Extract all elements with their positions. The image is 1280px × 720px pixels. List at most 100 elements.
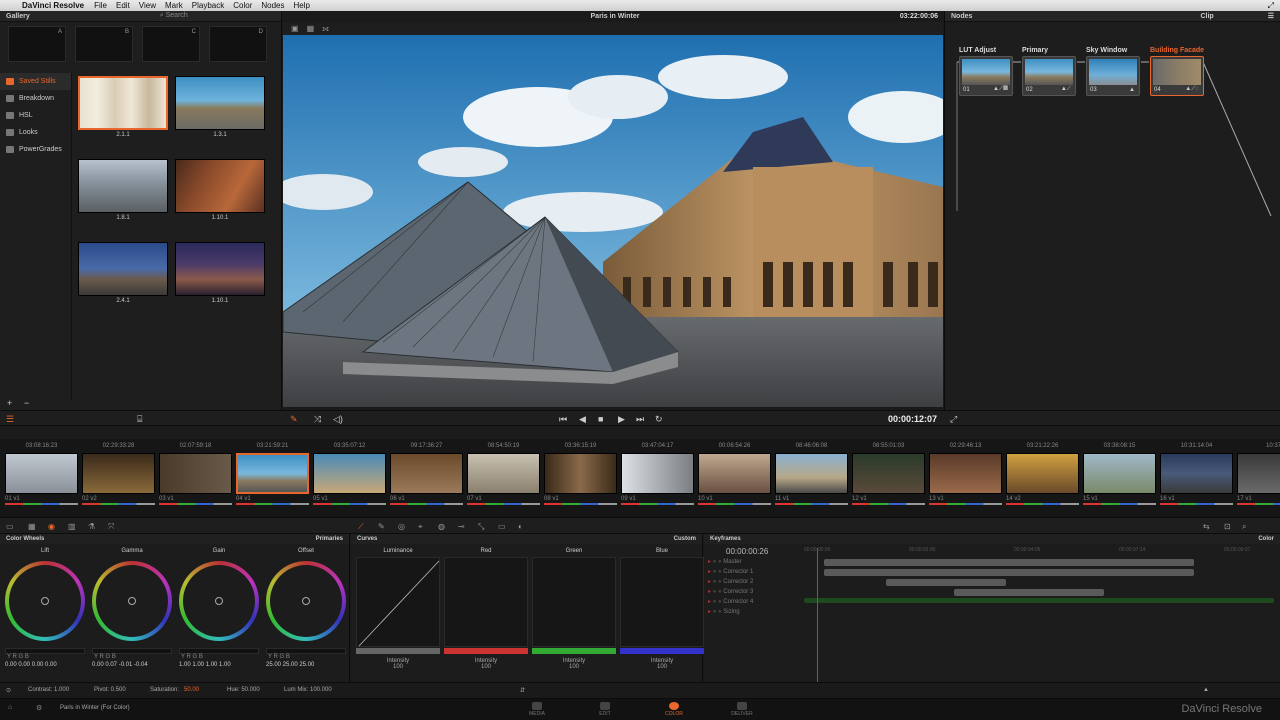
color-wheel-offset[interactable] [266, 561, 346, 641]
clip-thumbnail[interactable]: 03:21:59:21 04 v1 [236, 443, 309, 511]
clip-thumbnail[interactable]: 03:08:16:23 01 v1 [5, 443, 78, 511]
keyframe-bar-sizing[interactable] [804, 598, 1274, 603]
keyframe-bar[interactable] [954, 589, 1104, 596]
menu-help[interactable]: Help [294, 1, 310, 10]
clip-thumbnail[interactable]: 03:35:07:12 05 v1 [313, 443, 386, 511]
curve-intensity-slider[interactable] [532, 648, 616, 654]
memory-slot-d[interactable]: D [209, 26, 267, 62]
curves-mode-selector[interactable]: Custom [674, 536, 696, 542]
page-media[interactable]: MEDIA [507, 702, 567, 717]
still-thumbnail[interactable]: 2.1.1 [78, 76, 168, 140]
wheel-center-handle[interactable] [128, 597, 136, 605]
album-breakdown[interactable]: Breakdown [0, 90, 71, 107]
qualifier-tool-icon[interactable]: ✎ [378, 522, 385, 531]
intensity-value[interactable]: 100 [532, 664, 616, 670]
still-thumbnail[interactable]: 1.3.1 [175, 76, 265, 140]
clip-thumbnail[interactable]: 08:54:50:19 07 v1 [467, 443, 540, 511]
still-thumbnail[interactable]: 1.8.1 [78, 159, 168, 223]
keyframe-track-label[interactable]: ▸ ● ● Sizing [708, 608, 740, 615]
page-deliver[interactable]: DELIVER [712, 702, 772, 717]
tool-icon[interactable]: ▭ [6, 522, 14, 531]
color-wheels-tool-icon[interactable]: ◉ [48, 522, 55, 531]
keyframes-mode-selector[interactable]: Color [1258, 536, 1274, 542]
curves-tool-icon[interactable]: ⟋ [358, 522, 364, 532]
expand-icon[interactable]: ⤢ [950, 414, 957, 425]
monitor-icon[interactable]: ⌸ [137, 414, 142, 425]
reverse-icon[interactable]: ◀ [579, 414, 586, 425]
stop-icon[interactable]: ■ [598, 414, 603, 424]
intensity-value[interactable]: 100 [444, 664, 528, 670]
node-lut-adjust[interactable]: LUT Adjust 01 ▲⟋▦ [959, 47, 1013, 96]
clip-thumbnail[interactable]: 02:29:46:13 13 v1 [929, 443, 1002, 511]
menu-edit[interactable]: Edit [116, 1, 130, 10]
wheel-center-handle[interactable] [215, 597, 223, 605]
keyframe-track-label[interactable]: ▸ ● ● Corrector 3 [708, 588, 753, 595]
tool-icon[interactable]: ⚗ [88, 522, 95, 531]
album-powergrades[interactable]: PowerGrades [0, 141, 71, 158]
color-wheel-gamma[interactable] [92, 561, 172, 641]
go-to-end-icon[interactable]: ⏭ [636, 414, 644, 425]
curve-luminance-graph[interactable] [356, 557, 440, 647]
hue-value[interactable]: Hue: 50.000 [227, 687, 260, 693]
sizing-tool-icon[interactable]: ⤡ [478, 522, 484, 532]
wipe-icon[interactable]: ⟗ [322, 24, 329, 34]
clip-thumbnail[interactable]: 08:46:06:08 11 v1 [775, 443, 848, 511]
node-primary[interactable]: Primary 02 ▲⟋ [1022, 47, 1076, 96]
single-view-icon[interactable]: ▣ [291, 24, 299, 33]
curve-intensity-slider[interactable] [356, 648, 440, 654]
menu-nodes[interactable]: Nodes [261, 1, 284, 10]
menu-view[interactable]: View [139, 1, 156, 10]
album-saved-stills[interactable]: Saved Stills [0, 73, 71, 90]
keyframe-bar[interactable] [824, 559, 1194, 566]
wheel-center-handle[interactable] [41, 597, 49, 605]
blur-tool-icon[interactable]: ◍ [438, 522, 445, 531]
clip-thumbnail[interactable]: 03:21:22:26 14 v2 [1006, 443, 1079, 511]
go-to-start-icon[interactable]: ⏮ [559, 414, 567, 425]
window-tool-icon[interactable]: ◎ [398, 522, 405, 531]
lum-mix-value[interactable]: Lum Mix: 100.000 [284, 687, 332, 693]
hamburger-icon[interactable]: ☰ [6, 414, 14, 425]
clip-thumbnail[interactable]: 09:17:36:27 06 v1 [390, 443, 463, 511]
search-icon[interactable]: ⌕ [1242, 522, 1246, 532]
menu-color[interactable]: Color [233, 1, 252, 10]
stereo-tool-icon[interactable]: ◐ [518, 522, 523, 531]
tool-icon[interactable]: ▥ [68, 522, 76, 531]
remove-still-button[interactable]: − [24, 398, 29, 408]
page-edit[interactable]: EDIT [575, 702, 635, 717]
color-wheel-lift[interactable] [5, 561, 85, 641]
clip-thumbnail[interactable]: 10:31:14:04 16 v1 [1160, 443, 1233, 511]
key-tool-icon[interactable]: ⊸ [458, 522, 465, 531]
intensity-value[interactable]: 100 [620, 664, 704, 670]
reset-icon[interactable]: ⊙ [6, 687, 11, 694]
keyframe-track-label[interactable]: ▸ ● ● Master [708, 558, 742, 565]
audio-icon[interactable]: ◁) [333, 414, 343, 425]
shuffle-icon[interactable]: ⤨ [314, 414, 321, 425]
keyframe-track-label[interactable]: ▸ ● ● Corrector 2 [708, 578, 753, 585]
clip-thumbnail[interactable]: 02:07:59:18 03 v1 [159, 443, 232, 511]
still-thumbnail[interactable]: 2.4.1 [78, 242, 168, 306]
keyframe-playhead[interactable] [817, 548, 818, 688]
tool-icon[interactable]: ⤧ [108, 522, 114, 532]
home-icon[interactable]: ⌂ [8, 704, 12, 711]
keyframe-track-label[interactable]: ▸ ● ● Corrector 4 [708, 598, 753, 605]
curve-red-graph[interactable] [444, 557, 528, 647]
picker-icon[interactable]: ✎ [290, 414, 298, 425]
node-sky-window[interactable]: Sky Window 03 ▲ [1086, 47, 1140, 96]
tool-icon[interactable]: ▦ [28, 522, 36, 531]
grid-view-icon[interactable]: ▦ [307, 24, 315, 33]
search-field[interactable]: ⌕ Search [160, 12, 188, 20]
tracker-tool-icon[interactable]: ⌖ [418, 522, 423, 532]
clip-thumbnail[interactable]: 00:06:54:26 10 v1 [698, 443, 771, 511]
play-icon[interactable]: ▶ [618, 414, 625, 425]
wheel-center-handle[interactable] [302, 597, 310, 605]
wheel-values[interactable]: 25.00 25.00 25.00 [266, 662, 356, 668]
curve-green-graph[interactable] [532, 557, 616, 647]
app-menu[interactable]: DaVinci Resolve [22, 1, 84, 10]
menu-file[interactable]: File [94, 1, 107, 10]
menu-mark[interactable]: Mark [165, 1, 183, 10]
contrast-value[interactable]: Contrast: 1.000 [28, 687, 69, 693]
menu-playback[interactable]: Playback [192, 1, 224, 10]
page-color[interactable]: COLOR [644, 702, 704, 717]
color-wheel-gain[interactable] [179, 561, 259, 641]
saturation-value[interactable]: 50.00 [184, 687, 199, 693]
